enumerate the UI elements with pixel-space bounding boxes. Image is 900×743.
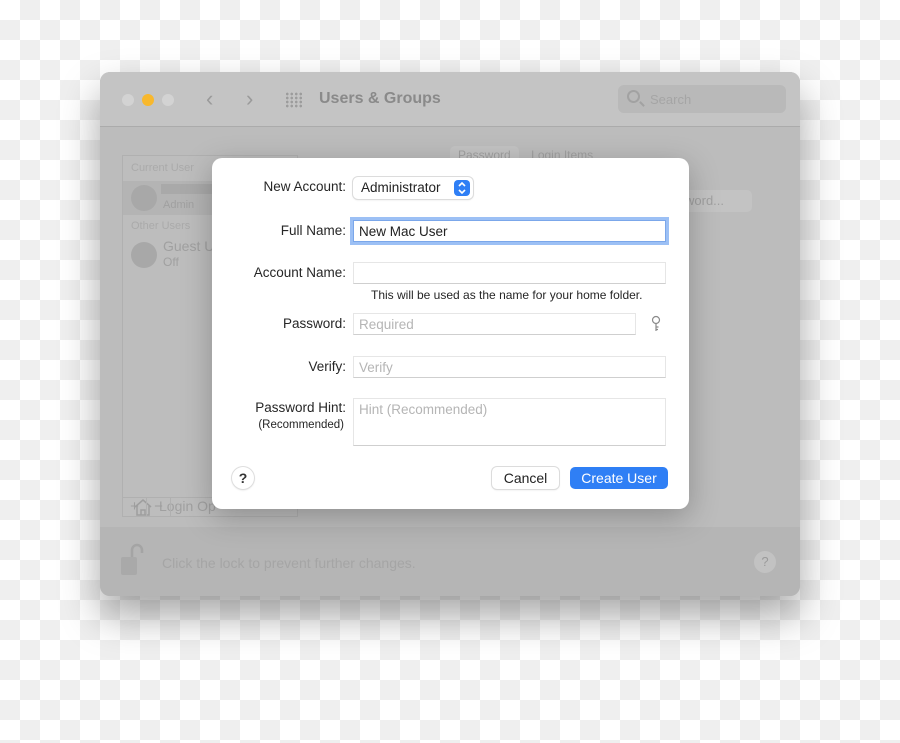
title-bar: ‹ › Users & Groups Search: [100, 72, 800, 127]
new-account-dialog: New Account: Administrator Full Name: Ne…: [212, 158, 689, 509]
verify-field[interactable]: Verify: [353, 356, 666, 378]
unlocked-lock-icon[interactable]: [118, 543, 148, 578]
current-user-header: Current User: [131, 162, 194, 174]
search-icon: [627, 90, 640, 103]
full-name-label: Full Name:: [280, 223, 346, 238]
account-name-note: This will be used as the name for your h…: [371, 288, 643, 302]
search-placeholder: Search: [650, 92, 692, 107]
create-user-button[interactable]: Create User: [570, 467, 668, 489]
password-placeholder: Required: [359, 317, 414, 332]
account-name-label: Account Name:: [253, 265, 346, 280]
back-chevron-icon[interactable]: ‹: [206, 86, 213, 112]
password-hint-field[interactable]: Hint (Recommended): [353, 398, 666, 446]
guest-user-name: Guest U: [163, 238, 215, 254]
cancel-button[interactable]: Cancel: [492, 467, 559, 489]
new-account-label: New Account:: [263, 179, 346, 194]
password-label: Password:: [282, 316, 346, 331]
full-name-field[interactable]: New Mac User: [353, 220, 666, 242]
close-window-button[interactable]: [122, 94, 134, 106]
window-title: Users & Groups: [319, 90, 441, 107]
account-type-value: Administrator: [361, 180, 441, 195]
current-user-role: Admin: [163, 199, 195, 211]
password-hint-sublabel: (Recommended): [258, 419, 344, 431]
account-name-field[interactable]: [353, 262, 666, 284]
up-down-chevron-icon: [454, 180, 470, 196]
lock-bar: Click the lock to prevent further change…: [100, 527, 800, 596]
guest-user-avatar: [131, 242, 157, 268]
guest-user-status: Off: [163, 255, 179, 269]
password-hint-label: Password Hint:: [255, 400, 346, 415]
search-field[interactable]: Search: [618, 85, 786, 113]
forward-chevron-icon[interactable]: ›: [246, 86, 253, 112]
verify-placeholder: Verify: [359, 360, 393, 375]
minimize-window-button[interactable]: [142, 94, 154, 106]
window-help-button[interactable]: ?: [754, 551, 776, 573]
remove-user-button[interactable]: −: [147, 498, 171, 516]
show-all-grid-icon[interactable]: [285, 92, 303, 108]
account-type-select[interactable]: Administrator: [353, 177, 473, 199]
current-user-avatar: [131, 185, 157, 211]
other-users-header: Other Users: [131, 220, 191, 232]
password-field[interactable]: Required: [353, 313, 636, 335]
password-hint-placeholder: Hint (Recommended): [359, 402, 488, 417]
dialog-help-button[interactable]: ?: [232, 467, 254, 489]
lock-message: Click the lock to prevent further change…: [162, 555, 416, 571]
add-user-button[interactable]: +: [123, 498, 147, 516]
password-assistant-key-icon[interactable]: [649, 315, 663, 333]
zoom-window-button[interactable]: [162, 94, 174, 106]
verify-label: Verify:: [308, 359, 346, 374]
